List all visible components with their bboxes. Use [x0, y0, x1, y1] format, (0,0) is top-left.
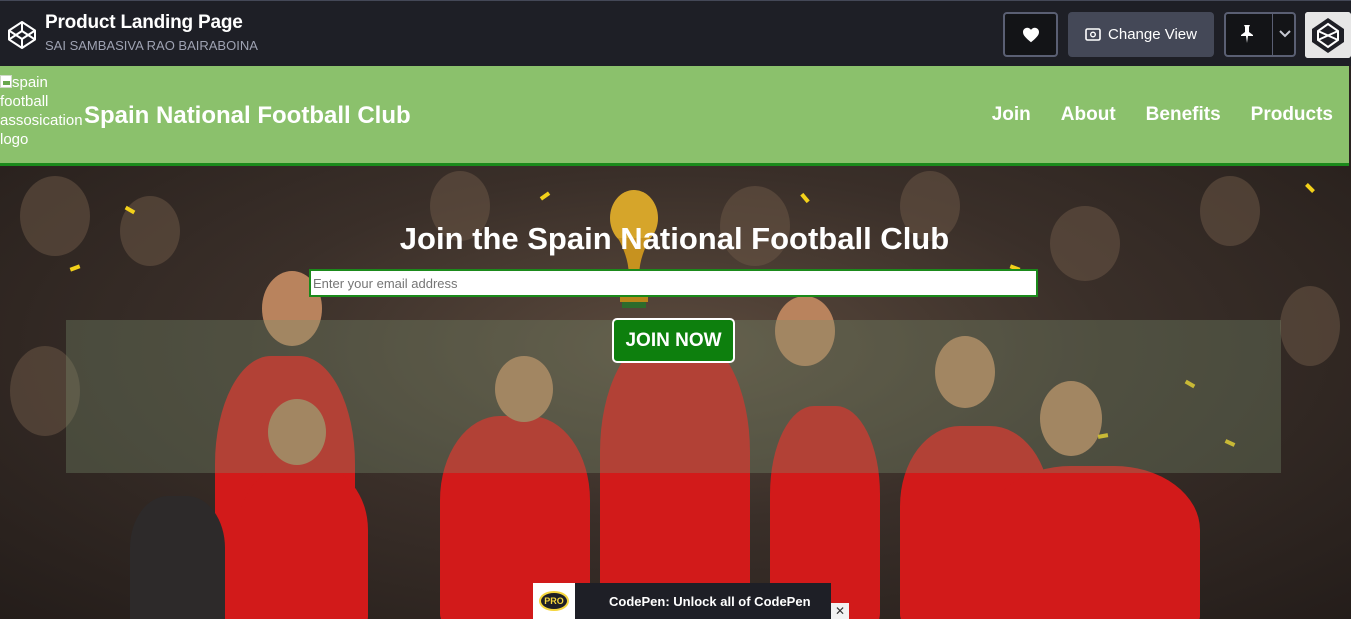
codepen-top-bar: Product Landing Page SAI SAMBASIVA RAO B… [0, 0, 1351, 66]
site-title: Spain National Football Club [84, 102, 411, 129]
codepen-pro-promo[interactable]: PRO CodePen: Unlock all of CodePen [533, 583, 831, 619]
nav-link-about[interactable]: About [1061, 104, 1116, 126]
change-view-button[interactable]: Change View [1068, 12, 1214, 57]
change-view-label: Change View [1108, 26, 1197, 43]
pro-badge-icon: PRO [533, 583, 575, 619]
heart-icon [1022, 27, 1039, 42]
hero-heading: Join the Spain National Football Club [399, 221, 950, 256]
site-header: spain football assosication logo Spain N… [0, 66, 1349, 166]
view-icon [1085, 28, 1101, 41]
pro-badge-label: PRO [539, 591, 569, 611]
nav-link-benefits[interactable]: Benefits [1146, 104, 1221, 126]
join-now-button[interactable]: JOIN NOW [612, 318, 735, 363]
heart-button[interactable] [1003, 12, 1058, 57]
pin-button[interactable] [1224, 12, 1296, 57]
broken-image-icon [0, 75, 12, 88]
pen-author[interactable]: SAI SAMBASIVA RAO BAIRABOINA [45, 38, 258, 53]
email-input[interactable] [309, 269, 1038, 297]
pen-title: Product Landing Page [45, 12, 243, 33]
site-logo-broken-image: spain football assosication logo [0, 73, 90, 149]
chevron-down-icon[interactable] [1278, 28, 1292, 38]
promo-close-button[interactable]: ✕ [831, 603, 849, 619]
pen-preview: spain football assosication logo Spain N… [0, 66, 1351, 619]
nav-link-join[interactable]: Join [992, 104, 1031, 126]
nav-link-products[interactable]: Products [1251, 104, 1333, 126]
avatar-icon [1305, 12, 1351, 58]
site-nav: Join About Benefits Products [992, 104, 1333, 126]
logo-alt-text: spain football assosication logo [0, 74, 83, 148]
codepen-logo-icon[interactable] [6, 19, 38, 51]
user-avatar[interactable] [1305, 12, 1351, 58]
pin-divider [1272, 14, 1273, 55]
promo-text: CodePen: Unlock all of CodePen [609, 593, 811, 609]
pin-icon [1241, 25, 1253, 43]
